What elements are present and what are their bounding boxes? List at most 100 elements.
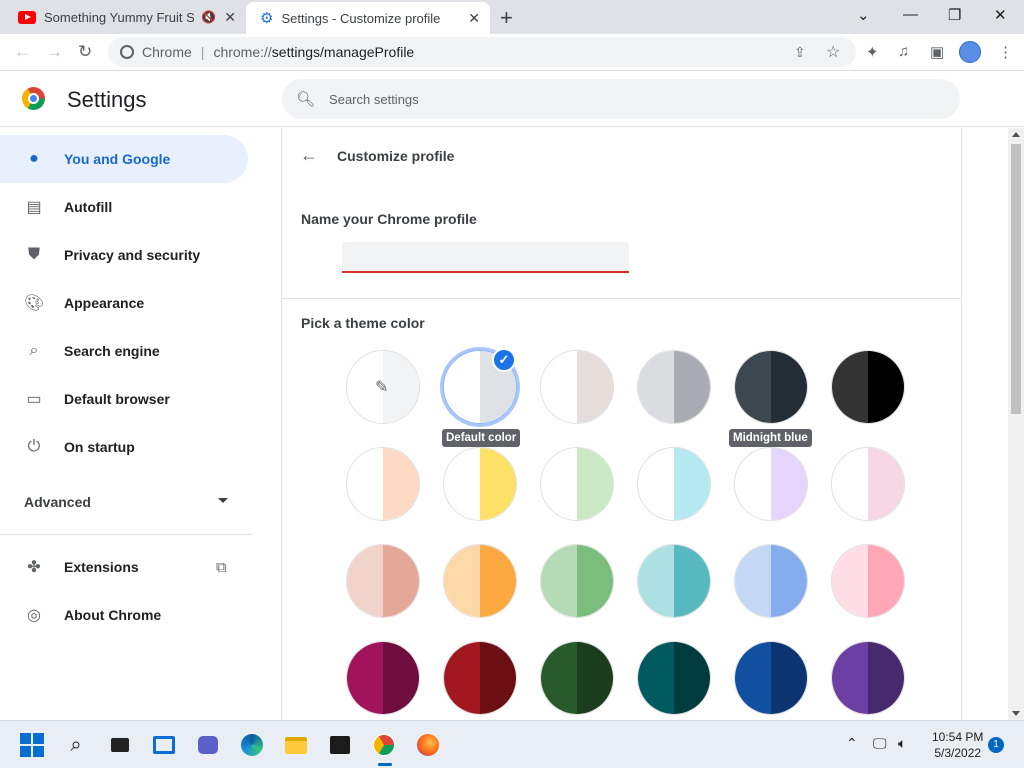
card-divider xyxy=(282,298,961,299)
theme-color-swatch[interactable] xyxy=(831,447,905,521)
profile-avatar[interactable] xyxy=(959,41,981,63)
extensions-icon[interactable]: ✦ xyxy=(866,43,879,61)
theme-color-swatch[interactable] xyxy=(443,447,517,521)
back-arrow-icon[interactable]: ← xyxy=(300,145,318,166)
theme-color-swatch[interactable] xyxy=(346,447,420,521)
theme-color-swatch[interactable] xyxy=(831,641,905,715)
chrome-taskbar-icon[interactable] xyxy=(372,733,396,757)
settings-header: Settings 🔍︎ xyxy=(0,71,1024,127)
sidebar-item-privacy[interactable]: ⛊ Privacy and security xyxy=(0,231,248,279)
swatch-left-half xyxy=(444,545,480,617)
widgets-icon[interactable] xyxy=(152,733,176,757)
network-icon[interactable]: 🖵︎ xyxy=(873,735,887,752)
chevron-down-icon[interactable] xyxy=(218,498,228,503)
sidebar-item-appearance[interactable]: 🎨︎ Appearance xyxy=(0,279,248,327)
sidebar-item-default-browser[interactable]: ▭ Default browser xyxy=(0,375,248,423)
edge-icon[interactable] xyxy=(240,733,264,757)
volume-icon[interactable]: 🔈︎ xyxy=(898,735,906,752)
theme-color-swatch[interactable] xyxy=(831,350,905,424)
swatch-right-half xyxy=(577,545,613,617)
customize-profile-card: ← Customize profile Name your Chrome pro… xyxy=(281,128,962,720)
theme-color-swatch[interactable] xyxy=(346,641,420,715)
address-bar[interactable]: Chrome | chrome://settings/manageProfile… xyxy=(108,37,856,67)
theme-color-swatch[interactable] xyxy=(443,641,517,715)
swatch-left-half xyxy=(444,351,480,423)
swatch-right-half xyxy=(577,642,613,714)
url-separator: | xyxy=(200,44,205,60)
close-window-button[interactable]: ✕ xyxy=(994,6,1007,24)
restore-button[interactable]: ❐ xyxy=(948,6,961,24)
minimize-button[interactable]: — xyxy=(903,6,918,23)
close-icon[interactable]: ✕ xyxy=(468,10,480,27)
tab-settings[interactable]: ⚙ Settings - Customize profile ✕ xyxy=(246,2,490,34)
show-hidden-icons-chevron-icon[interactable]: ⌃ xyxy=(846,735,858,752)
theme-color-swatch[interactable] xyxy=(443,544,517,618)
swatch-left-half xyxy=(735,545,771,617)
share-icon[interactable]: ⇪ xyxy=(794,44,806,61)
theme-color-swatch[interactable] xyxy=(540,641,614,715)
firefox-icon[interactable] xyxy=(416,733,440,757)
selected-check-icon: ✓ xyxy=(492,348,516,372)
theme-color-swatch[interactable] xyxy=(831,544,905,618)
sidebar-item-label: On startup xyxy=(64,439,135,455)
side-panel-icon[interactable]: ▣ xyxy=(930,43,944,61)
back-icon[interactable]: ← xyxy=(14,42,31,62)
tab-search-icon[interactable]: ⌄ xyxy=(857,6,870,24)
forward-icon[interactable]: → xyxy=(46,42,63,62)
sidebar-item-search-engine[interactable]: ⌕ Search engine xyxy=(0,327,248,375)
scroll-thumb[interactable] xyxy=(1011,144,1021,414)
theme-color-swatch[interactable] xyxy=(637,447,711,521)
bookmark-star-icon[interactable]: ☆ xyxy=(826,42,840,62)
swatch-right-half xyxy=(480,448,516,520)
theme-color-swatch[interactable] xyxy=(734,447,808,521)
scroll-down-arrow-icon[interactable] xyxy=(1012,711,1020,716)
file-explorer-icon[interactable] xyxy=(284,733,308,757)
notification-badge[interactable]: 1 xyxy=(988,737,1004,753)
reload-icon[interactable]: ↻ xyxy=(78,42,92,62)
theme-color-swatch[interactable] xyxy=(637,544,711,618)
swatch-left-half xyxy=(541,545,577,617)
browser-icon: ▭ xyxy=(26,391,42,408)
close-icon[interactable]: ✕ xyxy=(224,9,236,26)
swatch-right-half xyxy=(771,351,807,423)
theme-color-swatch[interactable] xyxy=(734,641,808,715)
sidebar-item-about-chrome[interactable]: ◎ About Chrome xyxy=(0,591,248,639)
sidebar-item-on-startup[interactable]: ⏻ On startup xyxy=(0,423,248,471)
theme-color-swatch[interactable] xyxy=(637,350,711,424)
store-icon[interactable] xyxy=(328,733,352,757)
menu-icon[interactable]: ⋮ xyxy=(998,43,1013,61)
teams-chat-icon[interactable] xyxy=(196,733,220,757)
scroll-up-arrow-icon[interactable] xyxy=(1012,132,1020,137)
advanced-toggle[interactable]: Advanced xyxy=(24,494,91,510)
sidebar-item-extensions[interactable]: ✤ Extensions ⧉ xyxy=(0,543,248,591)
theme-color-swatch[interactable] xyxy=(734,544,808,618)
puzzle-icon: ✤ xyxy=(27,559,41,576)
start-button[interactable] xyxy=(20,733,44,757)
theme-color-swatch[interactable] xyxy=(540,350,614,424)
swatch-right-half xyxy=(480,642,516,714)
custom-color-picker-swatch[interactable]: ✎ xyxy=(346,350,420,424)
sidebar-item-autofill[interactable]: ▤ Autofill xyxy=(0,183,248,231)
theme-color-swatch[interactable] xyxy=(540,544,614,618)
taskbar-clock[interactable]: 10:54 PM 5/3/2022 xyxy=(932,729,983,761)
media-control-icon[interactable]: ♫ xyxy=(898,43,909,60)
sidebar-item-you-and-google[interactable]: ● You and Google xyxy=(0,135,248,183)
profile-name-input[interactable] xyxy=(342,242,629,273)
tab-youtube[interactable]: Something Yummy Fruit Son 🔇 ✕ xyxy=(8,0,246,34)
new-tab-button[interactable]: + xyxy=(500,5,513,31)
default-color-tooltip: Default color xyxy=(442,429,521,447)
swatch-right-half xyxy=(674,448,710,520)
search-input[interactable] xyxy=(329,91,930,107)
page-scrollbar[interactable] xyxy=(1008,128,1024,720)
theme-color-swatch[interactable] xyxy=(637,641,711,715)
site-info-icon[interactable] xyxy=(120,45,134,59)
theme-color-swatch[interactable] xyxy=(734,350,808,424)
swatch-right-half xyxy=(674,545,710,617)
taskbar-search-icon[interactable]: ⌕ xyxy=(64,733,88,757)
sidebar-item-label: Search engine xyxy=(64,343,160,359)
theme-color-swatch[interactable] xyxy=(346,544,420,618)
theme-color-swatch[interactable] xyxy=(540,447,614,521)
task-view-icon[interactable] xyxy=(108,733,132,757)
settings-search[interactable]: 🔍︎ xyxy=(282,79,960,119)
mute-icon[interactable]: 🔇 xyxy=(201,10,216,24)
